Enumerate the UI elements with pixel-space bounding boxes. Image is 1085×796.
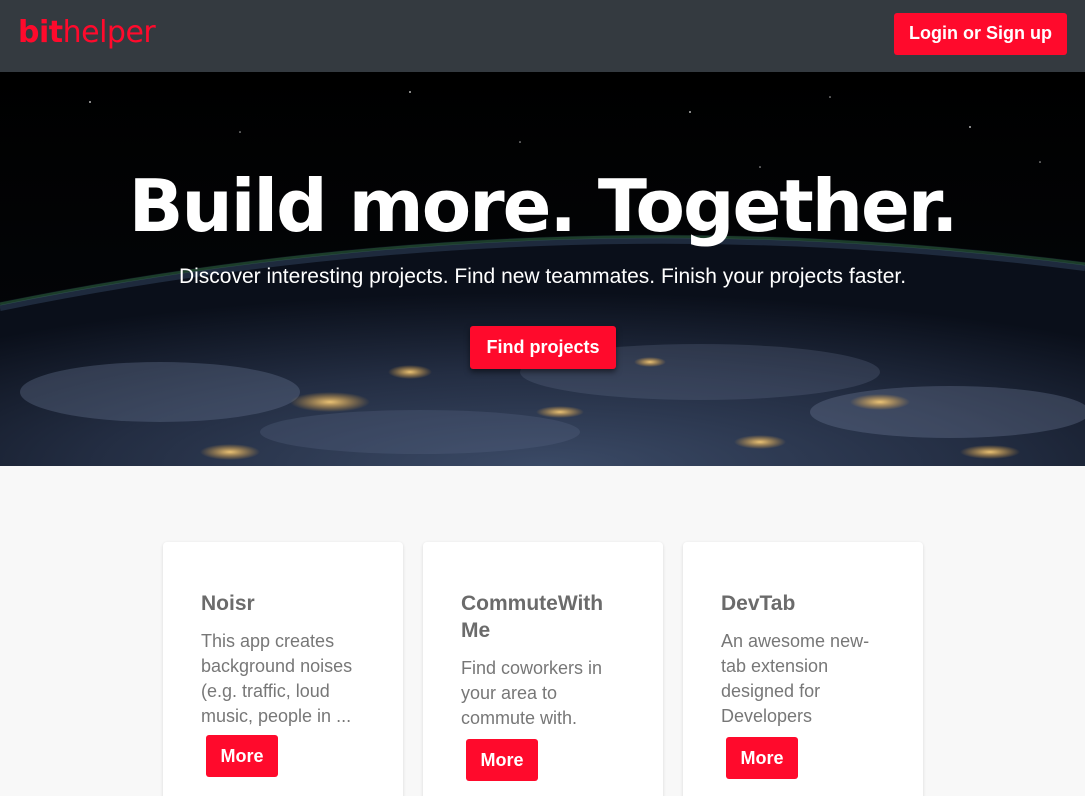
project-card-commutewithme: CommuteWith Me Find coworkers in your ar… — [423, 542, 663, 796]
find-projects-button[interactable]: Find projects — [470, 326, 616, 369]
project-title: DevTab — [721, 592, 796, 615]
more-button[interactable]: More — [726, 737, 798, 779]
project-title: CommuteWith Me — [461, 592, 604, 642]
navbar: bit helper Login or Sign up — [0, 0, 1085, 72]
login-signup-button[interactable]: Login or Sign up — [894, 12, 1067, 55]
hero-title: Build more. Together. — [128, 164, 959, 248]
brand-logo[interactable]: bit helper — [18, 15, 156, 50]
more-button[interactable]: More — [466, 739, 538, 781]
project-description: Find coworkers in your area to commute w… — [461, 658, 603, 728]
brand-logo-light: helper — [62, 15, 156, 50]
hero-section: Build more. Together. Discover interesti… — [0, 72, 1085, 466]
project-title: Noisr — [201, 592, 255, 615]
more-button[interactable]: More — [206, 735, 278, 777]
hero-content: Build more. Together. Discover interesti… — [0, 72, 1085, 466]
hero-subtitle: Discover interesting projects. Find new … — [178, 265, 907, 288]
project-card-devtab: DevTab An awesome new-tab extension desi… — [683, 542, 923, 796]
project-card-noisr: Noisr This app creates background noises… — [163, 542, 403, 796]
project-description: This app creates background noises (e.g.… — [201, 631, 353, 726]
project-cards: Noisr This app creates background noises… — [163, 542, 923, 796]
project-description: An awesome new-tab extension designed fo… — [721, 631, 870, 726]
brand-logo-bold: bit — [18, 15, 63, 50]
